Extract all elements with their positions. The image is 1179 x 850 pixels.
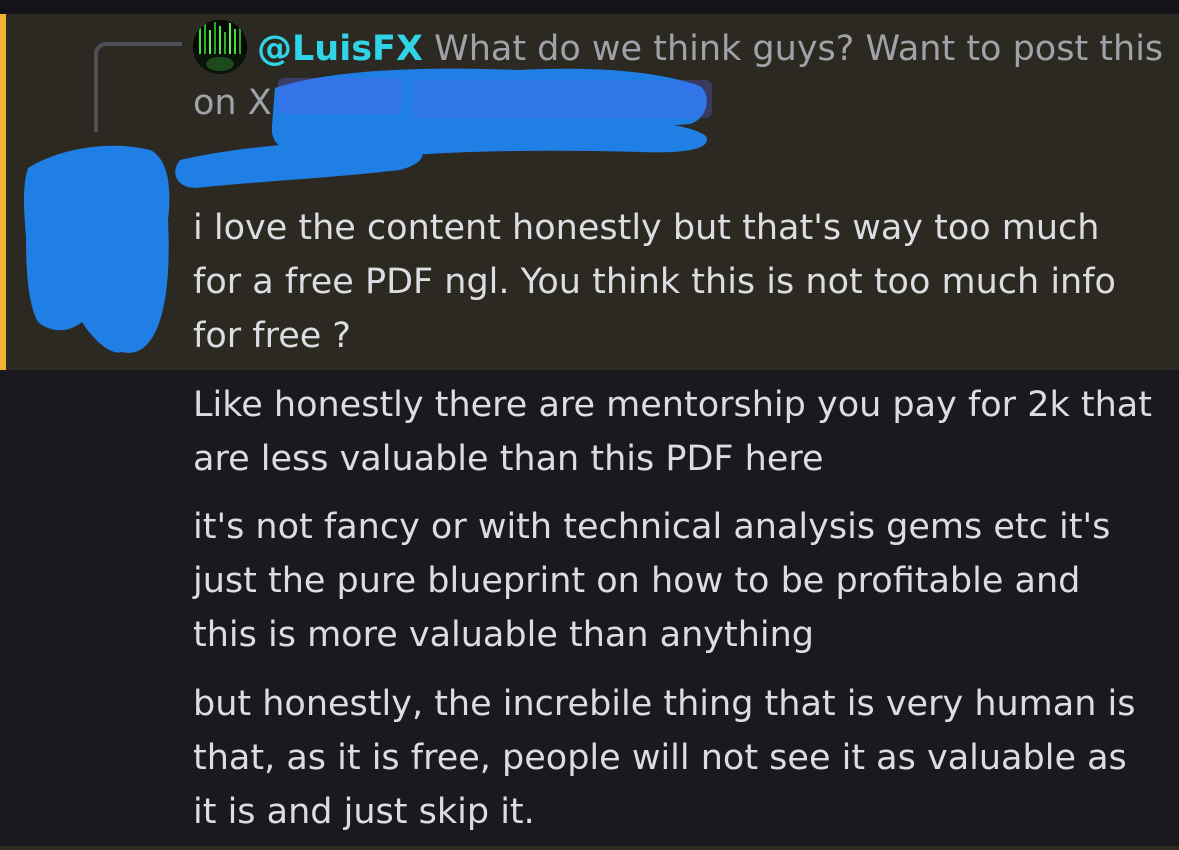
mention-highlight-bar [0,14,6,370]
reply-spine [94,42,182,132]
bottom-divider [0,846,1179,850]
top-divider [0,0,1179,14]
message-text: it's not fancy or with technical analysi… [193,507,1111,655]
message-text: i love the content honestly but that's w… [193,208,1116,356]
chat-view: @LuisFX What do we think guys? Want to p… [0,0,1179,850]
reply-author-mention[interactable]: @LuisFX [257,29,423,69]
message-text: but honestly, the increbile thing that i… [193,684,1136,832]
reply-preview[interactable]: @LuisFX What do we think guys? Want to p… [193,22,1168,130]
message-text: Like honestly there are mentorship you p… [193,385,1152,479]
